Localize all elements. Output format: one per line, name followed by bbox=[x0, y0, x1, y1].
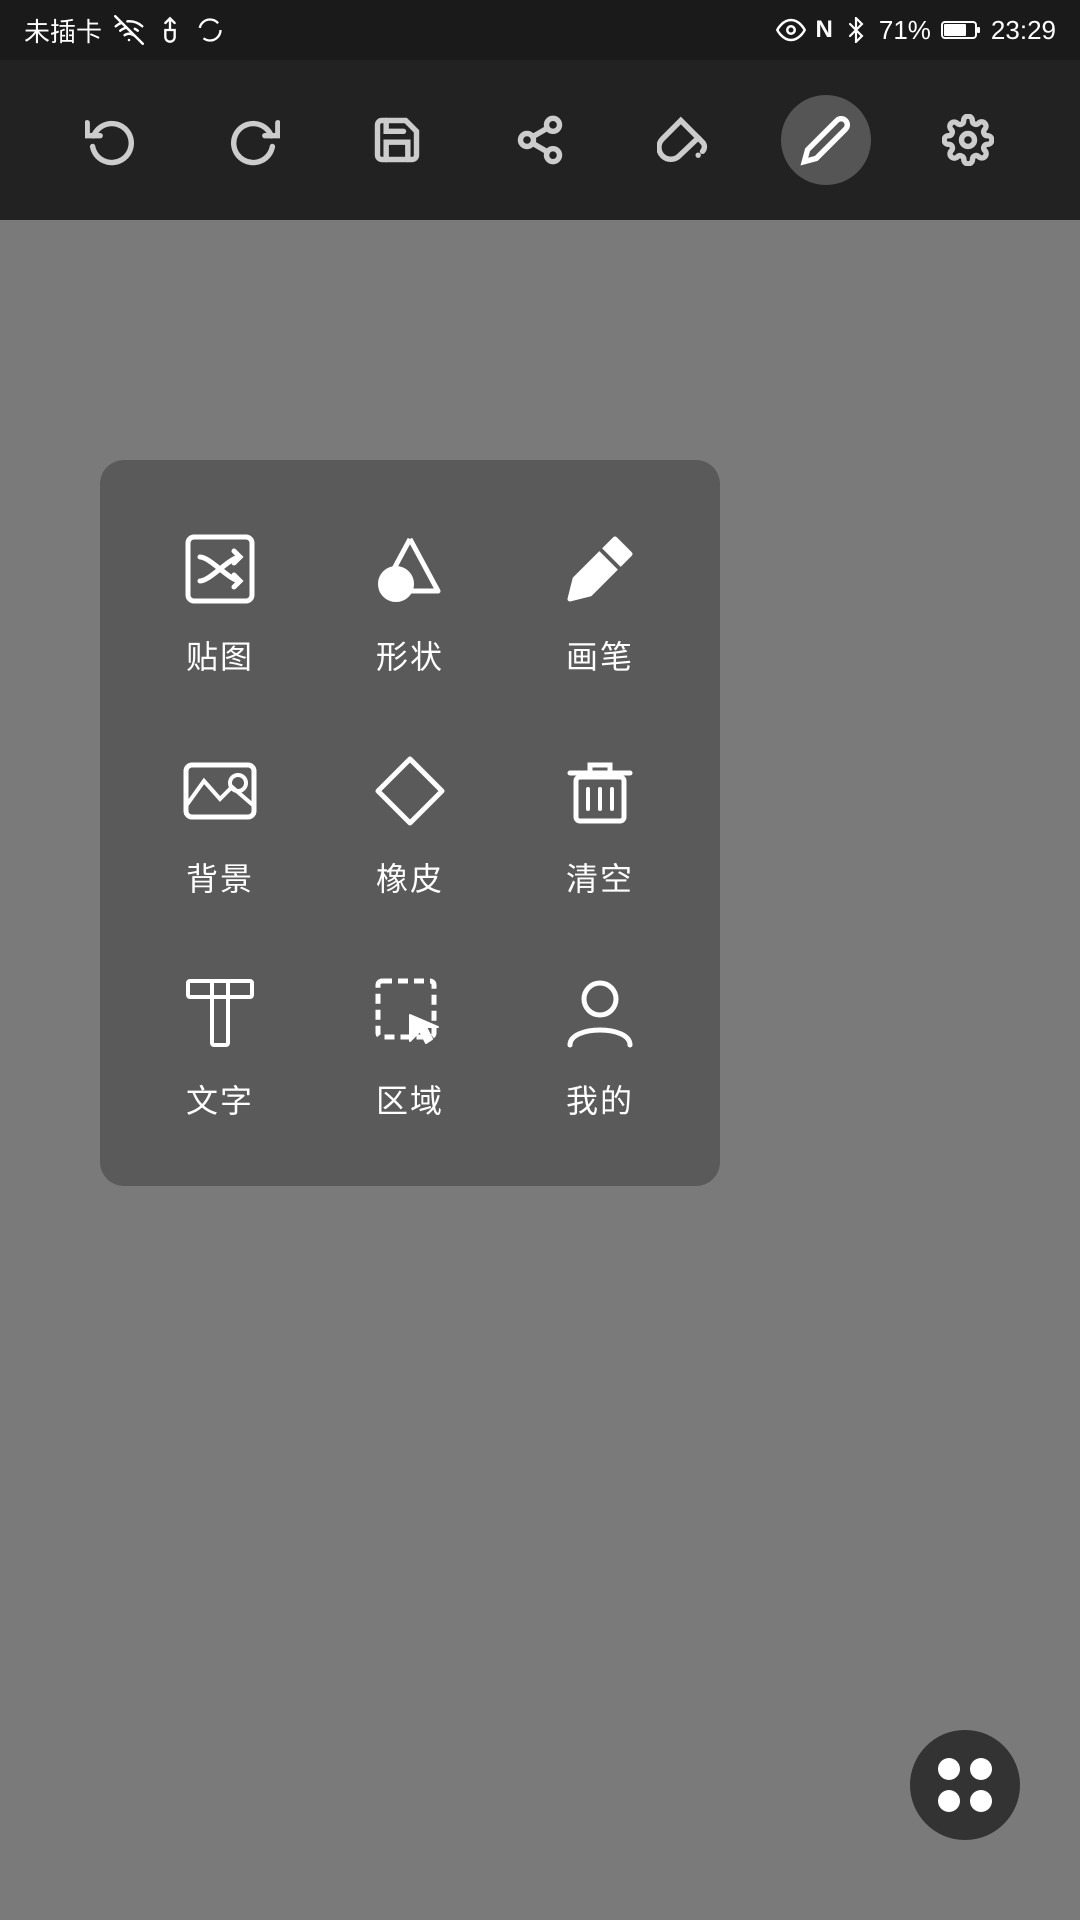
carrier-label: 未插卡 bbox=[24, 12, 102, 49]
mine-menu-item[interactable]: 我的 bbox=[510, 944, 690, 1146]
fab-button[interactable] bbox=[910, 1730, 1020, 1840]
brush-menu-item[interactable]: 画笔 bbox=[510, 500, 690, 702]
share-button[interactable] bbox=[495, 95, 585, 185]
background-icon bbox=[175, 746, 265, 836]
shape-icon bbox=[365, 524, 455, 614]
text-menu-item[interactable]: 文字 bbox=[130, 944, 310, 1146]
fill-button[interactable] bbox=[638, 95, 728, 185]
battery-text: 71% bbox=[879, 15, 931, 46]
time-label: 23:29 bbox=[991, 15, 1056, 46]
status-left: 未插卡 bbox=[24, 12, 224, 49]
sticker-menu-item[interactable]: 贴图 bbox=[130, 500, 310, 702]
shape-menu-item[interactable]: 形状 bbox=[320, 500, 500, 702]
eye-icon bbox=[776, 15, 806, 45]
canvas-area[interactable]: 贴图 形状 画笔 bbox=[0, 220, 1080, 1920]
brush-icon bbox=[555, 524, 645, 614]
region-label: 区域 bbox=[376, 1076, 444, 1122]
eraser-icon bbox=[365, 746, 455, 836]
text-icon bbox=[175, 968, 265, 1058]
sticker-icon bbox=[175, 524, 265, 614]
background-label: 背景 bbox=[186, 854, 254, 900]
brush-label: 画笔 bbox=[566, 632, 634, 678]
status-bar: 未插卡 N 71% 23:29 bbox=[0, 0, 1080, 60]
wifi-icon bbox=[114, 15, 144, 45]
sync-icon bbox=[196, 16, 224, 44]
dot-1 bbox=[938, 1758, 960, 1780]
eraser-menu-item[interactable]: 橡皮 bbox=[320, 722, 500, 924]
toolbar bbox=[0, 60, 1080, 220]
battery-icon bbox=[941, 19, 981, 41]
region-menu-item[interactable]: 区域 bbox=[320, 944, 500, 1146]
undo-button[interactable] bbox=[66, 95, 156, 185]
region-icon bbox=[365, 968, 455, 1058]
text-label: 文字 bbox=[186, 1076, 254, 1122]
clear-menu-item[interactable]: 清空 bbox=[510, 722, 690, 924]
menu-panel: 贴图 形状 画笔 bbox=[100, 460, 720, 1186]
dot-3 bbox=[938, 1790, 960, 1812]
background-menu-item[interactable]: 背景 bbox=[130, 722, 310, 924]
dot-4 bbox=[970, 1790, 992, 1812]
bluetooth-icon bbox=[843, 17, 869, 43]
usb-icon bbox=[156, 16, 184, 44]
dot-2 bbox=[970, 1758, 992, 1780]
sticker-label: 贴图 bbox=[186, 632, 254, 678]
status-right: N 71% 23:29 bbox=[776, 15, 1056, 46]
fab-dots bbox=[934, 1754, 996, 1816]
save-button[interactable] bbox=[352, 95, 442, 185]
clear-label: 清空 bbox=[566, 854, 634, 900]
pen-button[interactable] bbox=[781, 95, 871, 185]
settings-button[interactable] bbox=[923, 95, 1013, 185]
mine-icon bbox=[555, 968, 645, 1058]
shape-label: 形状 bbox=[376, 632, 444, 678]
nfc-icon: N bbox=[816, 16, 833, 44]
eraser-label: 橡皮 bbox=[376, 854, 444, 900]
redo-button[interactable] bbox=[209, 95, 299, 185]
mine-label: 我的 bbox=[566, 1076, 634, 1122]
clear-icon bbox=[555, 746, 645, 836]
